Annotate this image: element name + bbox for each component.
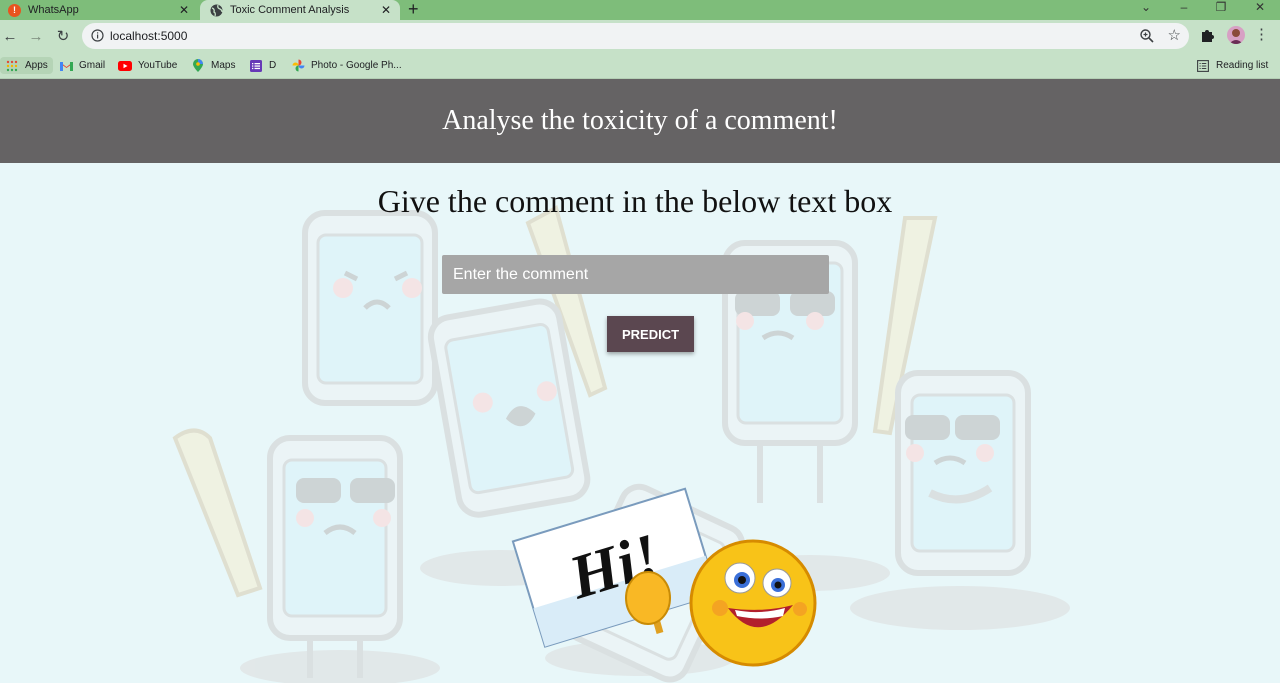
bookmark-star-icon[interactable]: ☆: [1168, 26, 1181, 44]
window-close-icon[interactable]: ✕: [1245, 0, 1275, 14]
bookmark-youtube[interactable]: YouTube: [118, 57, 177, 74]
bookmark-apps[interactable]: Apps: [0, 57, 53, 74]
bookmark-gmail[interactable]: Gmail: [59, 57, 105, 74]
minimize-icon[interactable]: –: [1169, 0, 1199, 14]
page-viewport: Analyse the toxicity of a comment! Hi! G…: [0, 79, 1280, 683]
tab-whatsapp[interactable]: ! WhatsApp ✕: [0, 0, 198, 20]
tab-title: Toxic Comment Analysis: [230, 4, 350, 16]
bookmark-google-photos[interactable]: Photo - Google Ph...: [291, 57, 402, 74]
maps-pin-icon: [191, 59, 205, 73]
zoom-icon[interactable]: [1139, 28, 1155, 44]
shadow-ellipse: [240, 650, 440, 683]
more-menu-icon[interactable]: ⋮: [1254, 25, 1269, 43]
browser-toolbar: ← → ↻ localhost:5000 ☆ ⋮: [0, 20, 1280, 52]
page-title: Analyse the toxicity of a comment!: [442, 105, 838, 136]
bookmark-label: YouTube: [138, 60, 178, 71]
reload-icon[interactable]: ↻: [53, 26, 73, 46]
close-icon[interactable]: ✕: [378, 2, 394, 18]
predict-button[interactable]: PREDICT: [607, 316, 694, 352]
site-info-icon[interactable]: [91, 29, 104, 42]
bookmark-label: D: [269, 60, 277, 71]
bookmark-label: Apps: [25, 60, 48, 71]
bookmark-label: Maps: [211, 60, 236, 71]
bat-icon: [172, 428, 263, 598]
photos-pinwheel-icon: [291, 59, 305, 73]
address-bar[interactable]: localhost:5000 ☆: [82, 23, 1189, 49]
forms-icon: [249, 59, 263, 73]
extensions-puzzle-icon[interactable]: [1199, 26, 1217, 44]
url-text[interactable]: localhost:5000: [110, 29, 187, 43]
gmail-icon: [59, 59, 73, 73]
sunglasses-phone-character: [267, 435, 403, 678]
tab-strip: ! WhatsApp ✕ Toxic Comment Analysis ✕ + …: [0, 0, 1280, 20]
youtube-icon: [118, 59, 132, 73]
comment-input[interactable]: [442, 255, 829, 294]
page-header: Analyse the toxicity of a comment!: [0, 79, 1280, 163]
whatsapp-icon: !: [8, 3, 21, 17]
apps-grid-icon: [5, 59, 19, 73]
tab-title: WhatsApp: [28, 4, 79, 16]
bookmark-label: Gmail: [79, 60, 106, 71]
bookmark-label: Photo - Google Ph...: [311, 60, 402, 71]
restore-icon[interactable]: ❐: [1206, 0, 1236, 14]
tab-toxic-comment-analysis[interactable]: Toxic Comment Analysis ✕: [200, 0, 400, 20]
globe-icon: [210, 4, 223, 17]
close-icon[interactable]: ✕: [176, 2, 192, 18]
reading-list-button[interactable]: Reading list: [1196, 57, 1268, 74]
bookmark-d[interactable]: D: [249, 57, 276, 74]
background-illustration: Hi!: [172, 205, 1070, 683]
reading-list-icon: [1196, 59, 1210, 73]
page-subtitle: Give the comment in the below text box: [377, 183, 893, 219]
bookmark-maps[interactable]: Maps: [191, 57, 235, 74]
bookmarks-bar: Apps Gmail YouTube Maps D Photo - Google…: [0, 52, 1280, 79]
sunglasses-phone-character: [895, 370, 1031, 576]
tab-search-chevron-icon[interactable]: ⌄: [1131, 0, 1161, 14]
new-tab-plus-icon[interactable]: +: [408, 0, 419, 20]
back-arrow-icon[interactable]: ←: [0, 26, 20, 46]
angry-phone-character: [302, 210, 438, 406]
shadow-ellipse: [850, 586, 1070, 630]
reading-list-label: Reading list: [1216, 60, 1269, 71]
forward-arrow-icon[interactable]: →: [26, 26, 46, 46]
avatar[interactable]: [1227, 26, 1245, 44]
smiley-emoji-icon: [689, 539, 817, 667]
